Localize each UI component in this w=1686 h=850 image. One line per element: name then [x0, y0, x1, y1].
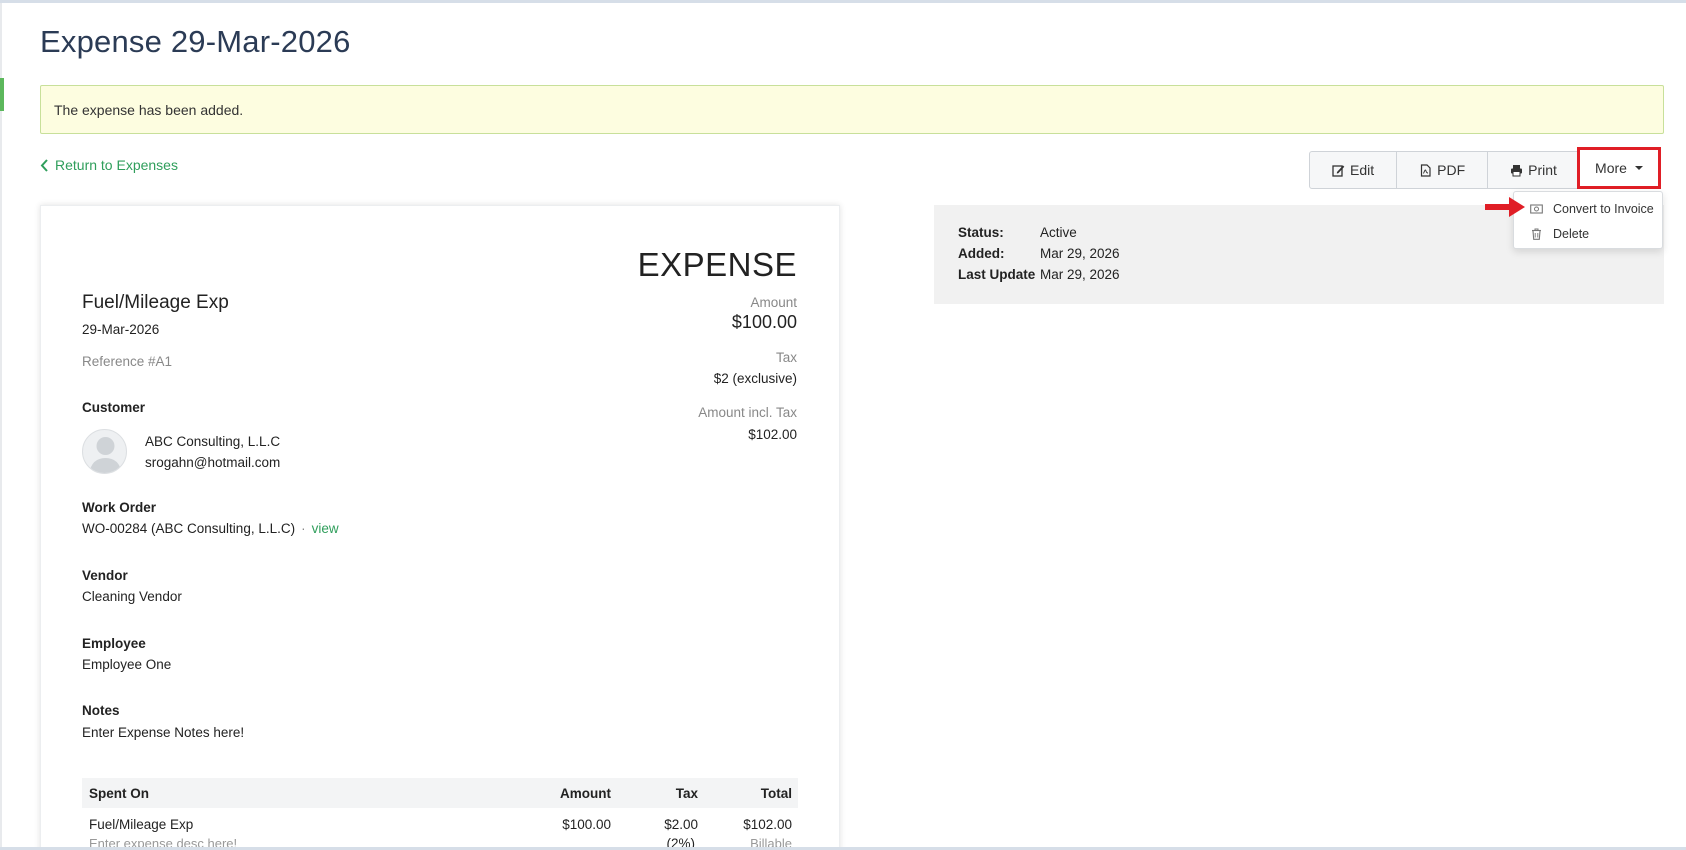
amount-label: Amount — [750, 295, 797, 310]
vendor-label: Vendor — [82, 568, 128, 583]
table-row: Fuel/Mileage Exp Enter expense desc here… — [82, 808, 798, 850]
col-tax: Tax — [675, 786, 698, 801]
last-update-label: Last Update — [958, 267, 1036, 282]
customer-label: Customer — [82, 400, 146, 415]
work-order-separator: · — [301, 521, 306, 536]
return-to-expenses-link[interactable]: Return to Expenses — [40, 157, 178, 173]
trash-icon — [1532, 228, 1541, 240]
success-alert: The expense has been added. — [40, 85, 1664, 134]
status-row: Status: Active — [958, 225, 1077, 240]
action-button-group: Edit PDF Print — [1309, 151, 1580, 189]
chevron-left-icon — [40, 158, 48, 172]
caret-down-icon — [1634, 166, 1643, 170]
customer-avatar — [82, 429, 127, 474]
col-spent-on: Spent On — [89, 786, 149, 801]
annotation-arrow-icon — [1485, 197, 1525, 217]
pdf-button[interactable]: PDF — [1397, 152, 1489, 188]
work-order-label: Work Order — [82, 500, 157, 515]
print-label: Print — [1528, 162, 1557, 178]
tax-value: $2 (exclusive) — [713, 371, 797, 386]
last-update-row: Last Update Mar 29, 2026 — [958, 267, 1120, 282]
more-button[interactable]: More — [1582, 152, 1656, 184]
added-label: Added: — [958, 246, 1005, 261]
user-silhouette-icon — [89, 437, 122, 473]
notes-value: Enter Expense Notes here! — [82, 725, 245, 740]
document-heading: EXPENSE — [637, 246, 797, 283]
top-border — [0, 0, 1686, 3]
col-amount: Amount — [560, 786, 611, 801]
pdf-label: PDF — [1437, 162, 1466, 178]
expense-date: 29-Mar-2026 — [82, 322, 160, 337]
left-border — [0, 0, 2, 850]
status-label: Status: — [958, 225, 1004, 240]
added-value: Mar 29, 2026 — [1040, 246, 1120, 261]
row-total: $102.00 — [743, 817, 792, 832]
edit-button[interactable]: Edit — [1310, 152, 1398, 188]
row-tax: $2.00 — [664, 817, 698, 832]
work-order-value: WO-00284 (ABC Consulting, L.L.C) — [82, 521, 296, 536]
edit-icon — [1332, 164, 1345, 177]
col-total: Total — [760, 786, 792, 801]
edit-label: Edit — [1350, 162, 1375, 178]
vendor-value: Cleaning Vendor — [82, 589, 182, 604]
row-spent-on: Fuel/Mileage Exp — [89, 817, 194, 832]
work-order-line: WO-00284 (ABC Consulting, L.L.C) · view — [82, 521, 339, 536]
customer-name: ABC Consulting, L.L.C — [145, 434, 281, 449]
more-dropdown-menu: Convert to Invoice Delete — [1513, 191, 1663, 249]
expense-document: EXPENSE Fuel/Mileage Exp 29-Mar-2026 Ref… — [40, 205, 840, 850]
more-button-highlight: More — [1577, 147, 1661, 189]
printer-icon — [1511, 164, 1523, 176]
customer-email: srogahn@hotmail.com — [145, 455, 281, 470]
row-amount: $100.00 — [562, 817, 611, 832]
convert-to-invoice-label: Convert to Invoice — [1553, 201, 1654, 216]
work-order-view-link[interactable]: view — [312, 521, 339, 536]
pdf-file-icon — [1421, 163, 1431, 177]
delete-menu-item[interactable]: Delete — [1514, 221, 1662, 246]
expense-name: Fuel/Mileage Exp — [82, 292, 229, 313]
employee-label: Employee — [82, 636, 146, 651]
return-to-expenses-label: Return to Expenses — [55, 157, 178, 173]
alert-message: The expense has been added. — [54, 102, 244, 118]
print-button[interactable]: Print — [1488, 152, 1579, 188]
left-accent-bar — [0, 78, 4, 111]
notes-label: Notes — [82, 703, 120, 718]
total-value: $102.00 — [748, 427, 797, 442]
expense-reference: Reference #A1 — [82, 354, 173, 369]
convert-to-invoice-menu-item[interactable]: Convert to Invoice — [1514, 196, 1662, 221]
expense-table-header: Spent On Amount Tax Total — [82, 778, 798, 808]
page-title: Expense 29-Mar-2026 — [40, 24, 351, 59]
added-row: Added: Mar 29, 2026 — [958, 246, 1120, 261]
money-icon — [1530, 203, 1543, 214]
employee-value: Employee One — [82, 657, 172, 672]
last-update-value: Mar 29, 2026 — [1040, 267, 1120, 282]
status-value: Active — [1040, 225, 1077, 240]
more-label: More — [1595, 160, 1627, 176]
total-label: Amount incl. Tax — [698, 405, 797, 420]
tax-label: Tax — [775, 350, 797, 365]
delete-label: Delete — [1553, 226, 1590, 241]
amount-value: $100.00 — [731, 312, 797, 332]
